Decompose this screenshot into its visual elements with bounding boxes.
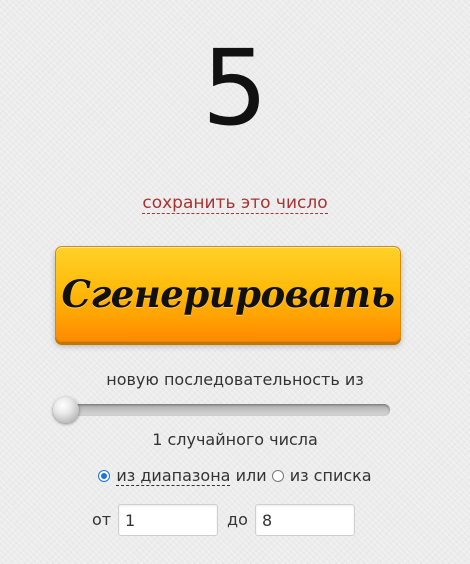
or-text: или	[235, 466, 267, 485]
count-slider-handle[interactable]	[53, 397, 79, 423]
count-label: 1 случайного числа	[152, 430, 318, 449]
to-label: до	[227, 510, 248, 529]
count-slider-track[interactable]	[58, 404, 390, 416]
range-mode-label[interactable]: из диапазона	[116, 466, 231, 486]
range-inputs: от до	[0, 504, 470, 536]
generate-button[interactable]: Сгенерировать	[55, 246, 401, 342]
from-input[interactable]	[118, 504, 218, 536]
from-label: от	[92, 510, 112, 529]
save-number-link[interactable]: сохранить это число	[142, 193, 328, 214]
to-input[interactable]	[255, 504, 355, 536]
mode-selector: из диапазона или из списка	[0, 465, 470, 487]
generate-button-label: Сгенерировать	[61, 272, 395, 316]
result-number: 5	[201, 27, 269, 149]
save-number-link-row: сохранить это число	[0, 191, 470, 215]
sequence-label: новую последовательность из	[106, 370, 364, 389]
list-mode-radio[interactable]	[271, 470, 284, 482]
range-mode-radio[interactable]	[98, 470, 111, 482]
list-mode-label[interactable]: из списка	[290, 466, 372, 485]
